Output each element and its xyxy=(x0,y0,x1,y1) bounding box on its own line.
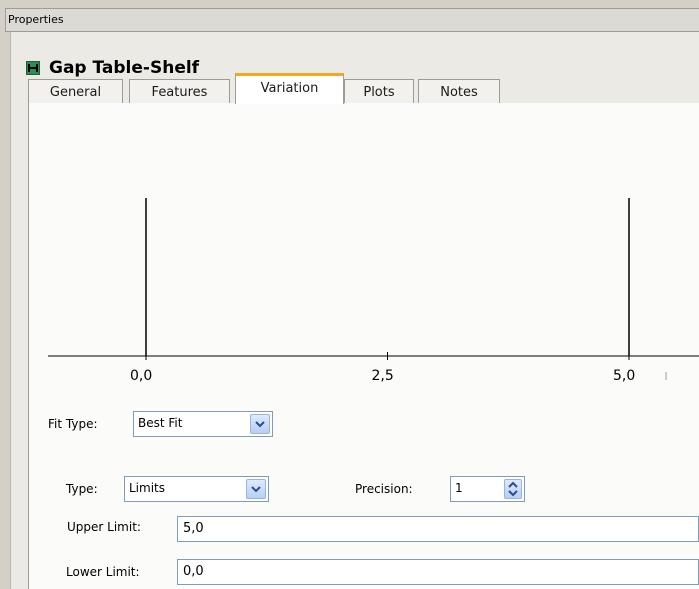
lower-limit-value: 0,0 xyxy=(183,564,204,579)
lower-limit-input[interactable]: 0,0 xyxy=(177,559,699,585)
precision-value: 1 xyxy=(455,481,463,495)
fit-type-label: Fit Type: xyxy=(48,417,98,431)
precision-label: Precision: xyxy=(355,482,413,496)
x-tick-label: 5,0 xyxy=(613,368,636,384)
chevron-down-icon[interactable] xyxy=(250,414,270,434)
spinner-arrows-icon[interactable] xyxy=(504,479,522,499)
tab-label: Variation xyxy=(260,80,319,96)
type-value: Limits xyxy=(129,481,165,495)
x-tick-label: 0,0 xyxy=(130,368,153,384)
type-select[interactable]: Limits xyxy=(124,476,269,502)
fit-type-value: Best Fit xyxy=(138,416,183,430)
lower-limit-label: Lower Limit: xyxy=(66,565,140,579)
chevron-down-icon[interactable] xyxy=(246,479,266,499)
upper-limit-label: Upper Limit: xyxy=(67,520,141,534)
type-label: Type: xyxy=(66,482,98,496)
upper-limit-input[interactable]: 5,0 xyxy=(177,516,699,542)
fit-type-select[interactable]: Best Fit xyxy=(133,411,273,437)
upper-limit-value: 5,0 xyxy=(183,521,204,536)
tab-variation[interactable]: Variation xyxy=(235,73,344,104)
precision-spinner[interactable]: 1 xyxy=(450,476,525,502)
properties-panel: Properties Gap Table-Shelf General Featu… xyxy=(0,0,699,589)
x-tick-label: 2,5 xyxy=(371,368,394,384)
variation-chart xyxy=(48,198,699,380)
